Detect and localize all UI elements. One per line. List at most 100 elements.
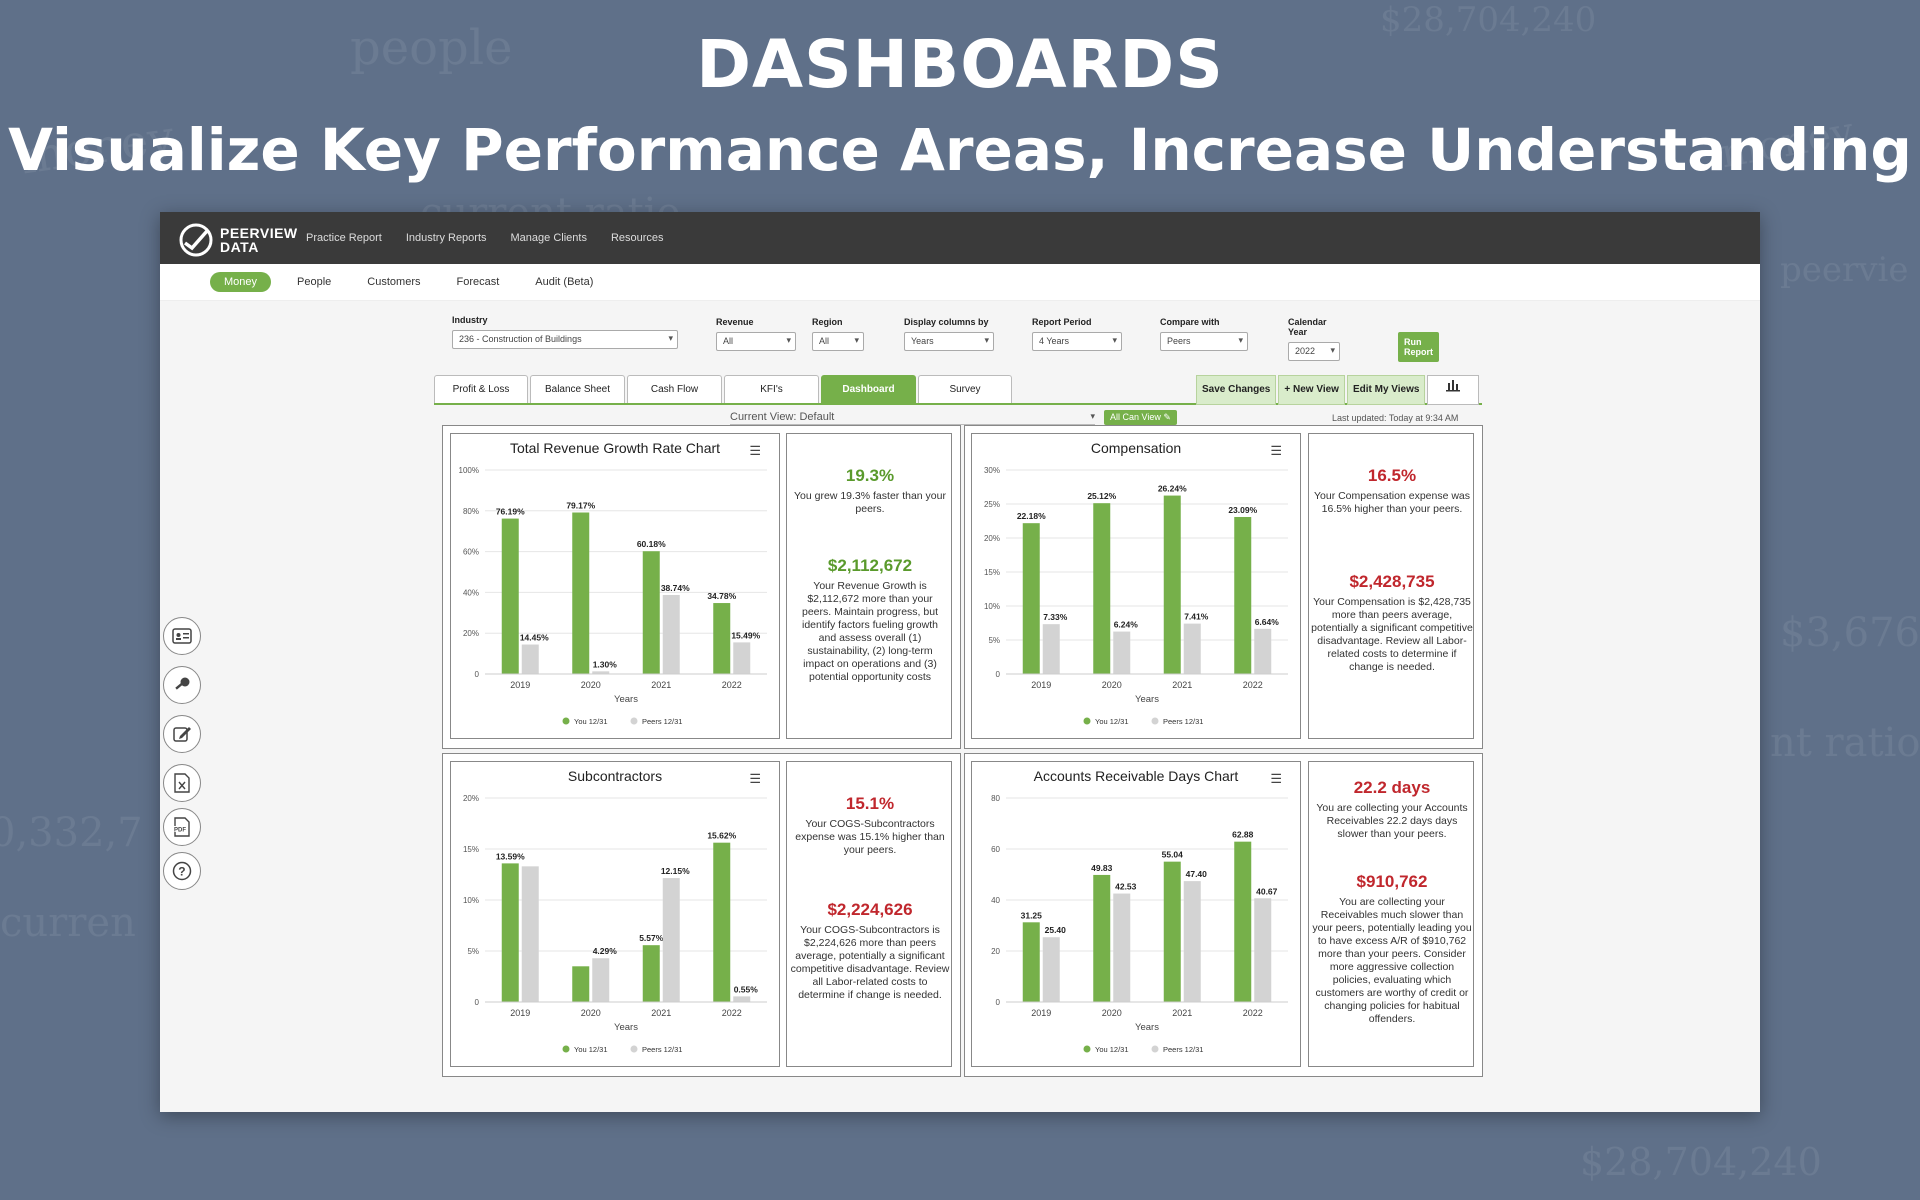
bar-peers [1254,628,1272,674]
report-tabs: Profit & Loss Balance Sheet Cash Flow KF… [434,375,1014,404]
logo-line2: DATA [220,239,259,255]
stat-panel-compensation: 16.5% Your Compensation expense was 16.5… [1308,433,1474,739]
display-select[interactable]: Years [904,332,994,351]
legend-label: You 12/31 [1095,1045,1129,1054]
chart-subcontractors-svg: 0 5% 10% 15% 20% 13.59% 2019 4.29% 2020 5.57% 12.1… [463,794,767,1054]
filter-year-label: Calendar Year [1288,317,1327,337]
data-label: 6.64% [1255,617,1280,627]
bar-you [572,512,590,674]
stat-panel-subcontractors: 15.1% Your COGS-Subcontractors expense w… [786,761,952,1067]
year-select[interactable]: 2022 [1288,342,1340,361]
data-label: 15.49% [731,630,760,640]
bar-peers [1113,631,1131,674]
data-label: 60.18% [637,539,666,549]
filter-revenue-label: Revenue [716,317,754,327]
nav-resources[interactable]: Resources [611,232,664,244]
subnav-money[interactable]: Money [210,272,272,292]
stat-percent: 15.1% [845,794,895,813]
stat-amount: $2,428,735 [1349,572,1435,591]
data-label: 1.30% [593,659,618,669]
compare-select[interactable]: Peers [1160,332,1248,351]
bar-peers [1183,623,1201,674]
filter-compare: Compare with Peers [1160,317,1248,351]
data-label: 6.24% [1114,620,1139,630]
edit-my-views-button[interactable]: Edit My Views [1346,375,1426,405]
filter-period-label: Report Period [1032,317,1092,327]
chart-revenue-svg: 0 20% 40% 60% 80% 100% 76.19% 14.45% 2019 79.17% 1… [459,466,767,726]
bar-peers [1042,937,1060,1002]
legend-label: You 12/31 [574,1045,608,1054]
filter-compare-label: Compare with [1160,317,1220,327]
svg-text:PDF: PDF [174,828,186,834]
pdf-file-icon[interactable]: PDF [163,808,201,846]
data-label: 25.40 [1045,925,1067,935]
legend-swatch [630,717,638,725]
stat-block: 16.5% Your Compensation expense was 16.5… [1313,466,1471,516]
tab-survey[interactable]: Survey [918,375,1012,404]
nav-manage-clients[interactable]: Manage Clients [511,232,587,244]
top-navbar: PEERVIEW DATA Practice Report Industry R… [160,212,1760,264]
bar-you [642,945,660,1002]
chart-ar-days-svg: 0 20 40 60 80 31.2525.40 2019 49.8342.53 2020 55.… [991,794,1288,1054]
stat-text: Your Compensation expense was 16.5% high… [1313,490,1471,515]
bar-you [642,551,660,674]
legend-label: Peers 12/31 [642,1045,682,1054]
nav-practice-report[interactable]: Practice Report [306,232,382,244]
y-tick-label: 5% [467,947,479,956]
y-tick-label: 0 [996,998,1001,1007]
run-report-button[interactable]: Run Report [1398,332,1439,362]
tab-kfis[interactable]: KFI's [724,375,819,404]
region-select[interactable]: All [812,332,864,351]
stat-days: 22.2 days [1353,778,1431,797]
new-view-button[interactable]: + New View [1278,375,1345,405]
revenue-select[interactable]: All [716,332,796,351]
stat-block: $2,112,672 Your Revenue Growth is $2,112… [793,556,947,684]
bar-you [1093,874,1111,1002]
current-view-select[interactable]: Current View: Default [730,411,1095,425]
hero-subtitle: Visualize Key Performance Areas, Increas… [8,116,1912,184]
x-tick-label: 2020 [581,680,601,690]
data-label: 47.40 [1186,869,1208,879]
all-can-view-badge[interactable]: All Can View ✎ [1104,410,1177,425]
x-tick-label: 2019 [1031,680,1051,690]
excel-file-icon[interactable] [163,764,201,802]
y-tick-label: 15% [984,568,1000,577]
period-select[interactable]: 4 Years [1032,332,1122,351]
subnav-people[interactable]: People [297,276,331,288]
help-icon[interactable]: ? [163,852,201,890]
view-actions: Save Changes + New View Edit My Views [1196,375,1481,405]
x-tick-label: 2022 [722,1008,742,1018]
stat-block: 15.1% Your COGS-Subcontractors expense w… [791,794,949,857]
subnav-audit[interactable]: Audit (Beta) [535,276,593,288]
bar-chart-icon[interactable] [1427,375,1480,405]
all-can-view-label: All Can View [1110,412,1161,422]
legend-label: You 12/31 [574,717,608,726]
bar-peers [521,644,539,674]
data-label: 15.62% [707,831,736,841]
tab-balance-sheet[interactable]: Balance Sheet [530,375,625,404]
industry-select[interactable]: 236 - Construction of Buildings [452,330,678,349]
edit-icon[interactable] [163,715,201,753]
filter-region: Region All [812,317,864,351]
nav-industry-reports[interactable]: Industry Reports [406,232,487,244]
logo[interactable]: PEERVIEW DATA [178,222,298,258]
tab-profit-loss[interactable]: Profit & Loss [434,375,528,404]
y-tick-label: 0 [475,670,480,679]
bar-peers [662,594,680,674]
logo-mark-icon [179,223,213,257]
legend-swatch [630,1045,638,1053]
id-card-icon[interactable] [163,617,201,655]
filter-display-label: Display columns by [904,317,989,327]
save-changes-button[interactable]: Save Changes [1196,375,1277,405]
data-label: 23.09% [1228,505,1257,515]
y-tick-label: 0 [996,670,1001,679]
x-tick-label: 2019 [510,680,530,690]
tab-dashboard[interactable]: Dashboard [821,375,916,404]
subnav-customers[interactable]: Customers [367,276,420,288]
legend-swatch [1151,717,1159,725]
stat-text: Your COGS-Subcontractors is $2,224,626 m… [790,924,950,1001]
bar-you [1163,861,1181,1002]
key-icon[interactable] [163,666,201,704]
subnav-forecast[interactable]: Forecast [456,276,499,288]
tab-cash-flow[interactable]: Cash Flow [627,375,722,404]
